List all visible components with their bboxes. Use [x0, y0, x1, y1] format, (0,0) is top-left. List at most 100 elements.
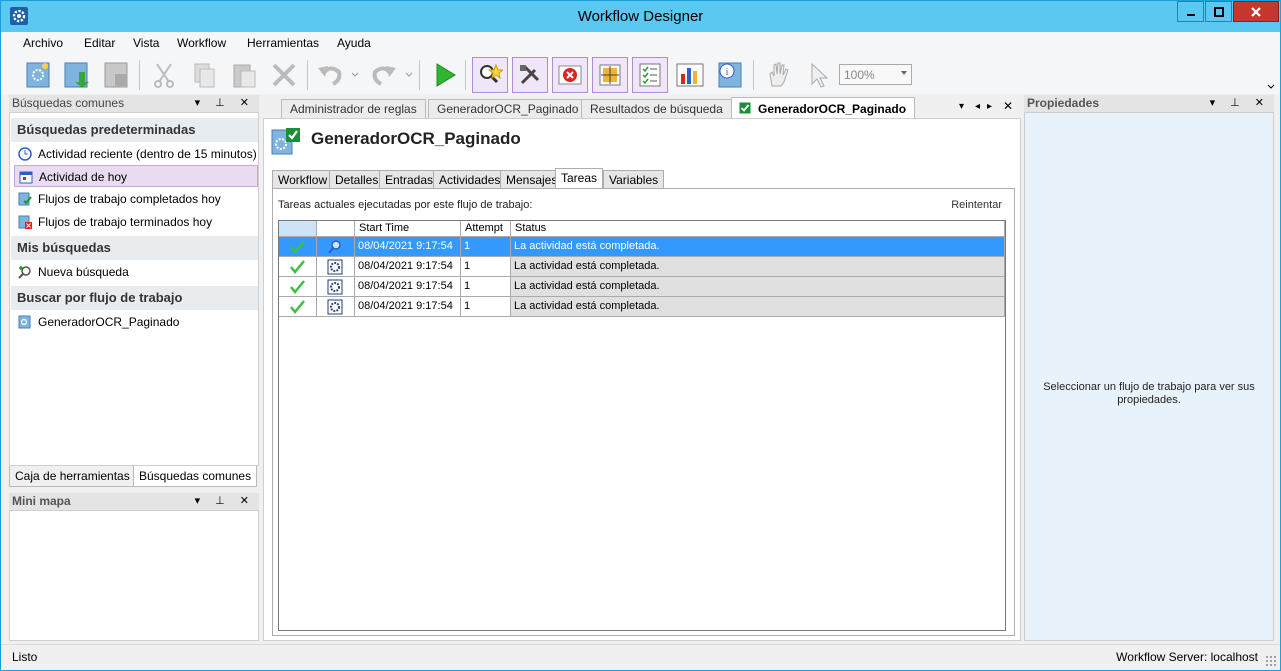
- tasks-button[interactable]: [632, 57, 668, 93]
- menu-vista[interactable]: Vista: [133, 36, 159, 50]
- tab-messages[interactable]: Mensajes: [500, 170, 564, 188]
- search-today-activity[interactable]: Actividad de hoy: [14, 165, 258, 187]
- tab-workflow-2[interactable]: GeneradorOCR_Paginado: [731, 97, 916, 118]
- tab-activities[interactable]: Actividades: [433, 170, 507, 188]
- pan-button[interactable]: [761, 58, 795, 92]
- info-button[interactable]: i: [713, 58, 747, 92]
- table-row[interactable]: 08/04/2021 9:17:54 1 La actividad está c…: [279, 297, 1005, 317]
- column-type[interactable]: [317, 221, 355, 237]
- menu-editar[interactable]: Editar: [84, 36, 115, 50]
- close-button[interactable]: [1233, 1, 1279, 22]
- redo-button[interactable]: [367, 58, 401, 92]
- row-start-time: 08/04/2021 9:17:54: [355, 277, 461, 297]
- row-start-time: 08/04/2021 9:17:54: [355, 297, 461, 317]
- toolbar-overflow-icon[interactable]: [1267, 84, 1275, 90]
- export-workflow-button[interactable]: [99, 58, 133, 92]
- table-row[interactable]: 08/04/2021 9:17:54 1 La actividad está c…: [279, 257, 1005, 277]
- zoom-select[interactable]: 100%: [839, 64, 912, 85]
- section-search-by-workflow[interactable]: Buscar por flujo de trabajo: [11, 286, 258, 310]
- column-select-all[interactable]: [279, 221, 317, 237]
- search-completed-today[interactable]: Flujos de trabajo completados hoy: [14, 188, 258, 210]
- mini-map-title: Mini mapa: [12, 494, 71, 508]
- row-start-time: 08/04/2021 9:17:54: [355, 257, 461, 277]
- chevron-down-icon[interactable]: [351, 72, 359, 78]
- status-bar: Listo Workflow Server: localhost: [1, 644, 1280, 670]
- search-terminated-today[interactable]: Flujos de trabajo terminados hoy: [14, 211, 258, 233]
- properties-title: Propiedades: [1027, 96, 1100, 110]
- reports-button[interactable]: [673, 58, 707, 92]
- tools-icon: [520, 65, 540, 85]
- tab-variables[interactable]: Variables: [603, 170, 665, 188]
- column-attempt[interactable]: Attempt: [461, 221, 511, 237]
- column-start-time[interactable]: Start Time: [355, 221, 461, 237]
- tab-scroll-right[interactable]: ▸: [987, 101, 992, 112]
- tab-workflow-1[interactable]: GeneradorOCR_Paginado: [428, 99, 588, 118]
- checkmark-icon: [290, 300, 305, 314]
- zoom-value: 100%: [844, 68, 875, 82]
- row-attempt: 1: [461, 237, 511, 257]
- section-default-searches[interactable]: Búsquedas predeterminadas: [11, 118, 258, 142]
- chevron-down-icon[interactable]: [405, 72, 413, 78]
- paste-button[interactable]: [227, 58, 261, 92]
- tab-rules-admin[interactable]: Administrador de reglas: [281, 99, 426, 118]
- search-icon: [328, 240, 341, 254]
- document-tabs: Administrador de reglas GeneradorOCR_Pag…: [263, 97, 1021, 119]
- left-panel-header: Búsquedas comunes ▾ ⊥ ✕: [9, 95, 259, 112]
- tab-search-results[interactable]: Resultados de búsqueda: [581, 99, 732, 118]
- toolbar-separator: [465, 60, 466, 90]
- row-attempt: 1: [461, 277, 511, 297]
- section-my-searches[interactable]: Mis búsquedas: [11, 236, 258, 260]
- table-row[interactable]: 08/04/2021 9:17:54 1 La actividad está c…: [279, 277, 1005, 297]
- copy-button[interactable]: [187, 58, 221, 92]
- search-new[interactable]: Nueva búsqueda: [14, 261, 258, 283]
- delete-button[interactable]: [267, 58, 301, 92]
- import-workflow-button[interactable]: [59, 58, 93, 92]
- svg-text:i: i: [726, 67, 729, 78]
- properties-message: Seleccionar un flujo de trabajo para ver…: [1043, 381, 1255, 406]
- activity-gear-icon: [327, 299, 343, 315]
- tab-toolbox[interactable]: Caja de herramientas: [9, 466, 136, 487]
- retry-button[interactable]: Reintentar: [951, 199, 1002, 211]
- minimize-button[interactable]: [1177, 1, 1204, 22]
- panel-controls[interactable]: ▾ ⊥ ✕: [195, 494, 255, 507]
- column-status[interactable]: Status: [511, 221, 1005, 237]
- select-button[interactable]: [801, 58, 835, 92]
- play-icon: [436, 63, 456, 87]
- search-recent-activity[interactable]: Actividad reciente (dentro de 15 minutos…: [14, 143, 258, 165]
- find-button[interactable]: [472, 57, 508, 93]
- menu-ayuda[interactable]: Ayuda: [337, 36, 371, 50]
- panel-controls[interactable]: ▾ ⊥ ✕: [1210, 96, 1270, 109]
- tab-scroll-left[interactable]: ◂: [975, 101, 980, 112]
- layout-button[interactable]: [592, 57, 628, 93]
- tab-inputs[interactable]: Entradas: [379, 170, 440, 188]
- row-status: La actividad está completada.: [511, 277, 1005, 297]
- table-row[interactable]: 08/04/2021 9:17:54 1 La actividad está c…: [279, 237, 1005, 257]
- maximize-button[interactable]: [1205, 1, 1232, 22]
- mini-map-header: Mini mapa ▾ ⊥ ✕: [9, 493, 259, 510]
- tab-tasks[interactable]: Tareas: [555, 168, 604, 189]
- tasks-grid[interactable]: Start Time Attempt Status 08/04/2021 9:1…: [278, 220, 1006, 631]
- menu-herramientas[interactable]: Herramientas: [247, 36, 319, 50]
- tab-workflow[interactable]: Workflow: [272, 170, 334, 188]
- paste-icon: [233, 64, 256, 88]
- tools-button[interactable]: [512, 57, 548, 93]
- undo-button[interactable]: [313, 58, 347, 92]
- new-workflow-button[interactable]: [21, 58, 55, 92]
- close-tab-icon[interactable]: ✕: [1003, 99, 1013, 113]
- resize-grip[interactable]: [1265, 655, 1277, 667]
- bar-chart-icon: [676, 63, 704, 87]
- row-state-cell: [279, 297, 317, 317]
- import-icon: [64, 62, 89, 88]
- row-type-cell: [317, 237, 355, 257]
- run-button[interactable]: [427, 58, 461, 92]
- cut-button[interactable]: [147, 58, 181, 92]
- search-workflow-item[interactable]: GeneradorOCR_Paginado: [14, 311, 258, 333]
- tab-details[interactable]: Detalles: [329, 170, 385, 188]
- tab-list-dropdown[interactable]: ▾: [959, 101, 964, 112]
- stop-button[interactable]: [552, 57, 588, 93]
- panel-controls[interactable]: ▾ ⊥ ✕: [195, 96, 255, 109]
- menu-workflow[interactable]: Workflow: [177, 36, 226, 50]
- checklist-icon: [639, 63, 661, 87]
- tab-common-searches[interactable]: Búsquedas comunes: [133, 466, 258, 487]
- menu-archivo[interactable]: Archivo: [23, 36, 63, 50]
